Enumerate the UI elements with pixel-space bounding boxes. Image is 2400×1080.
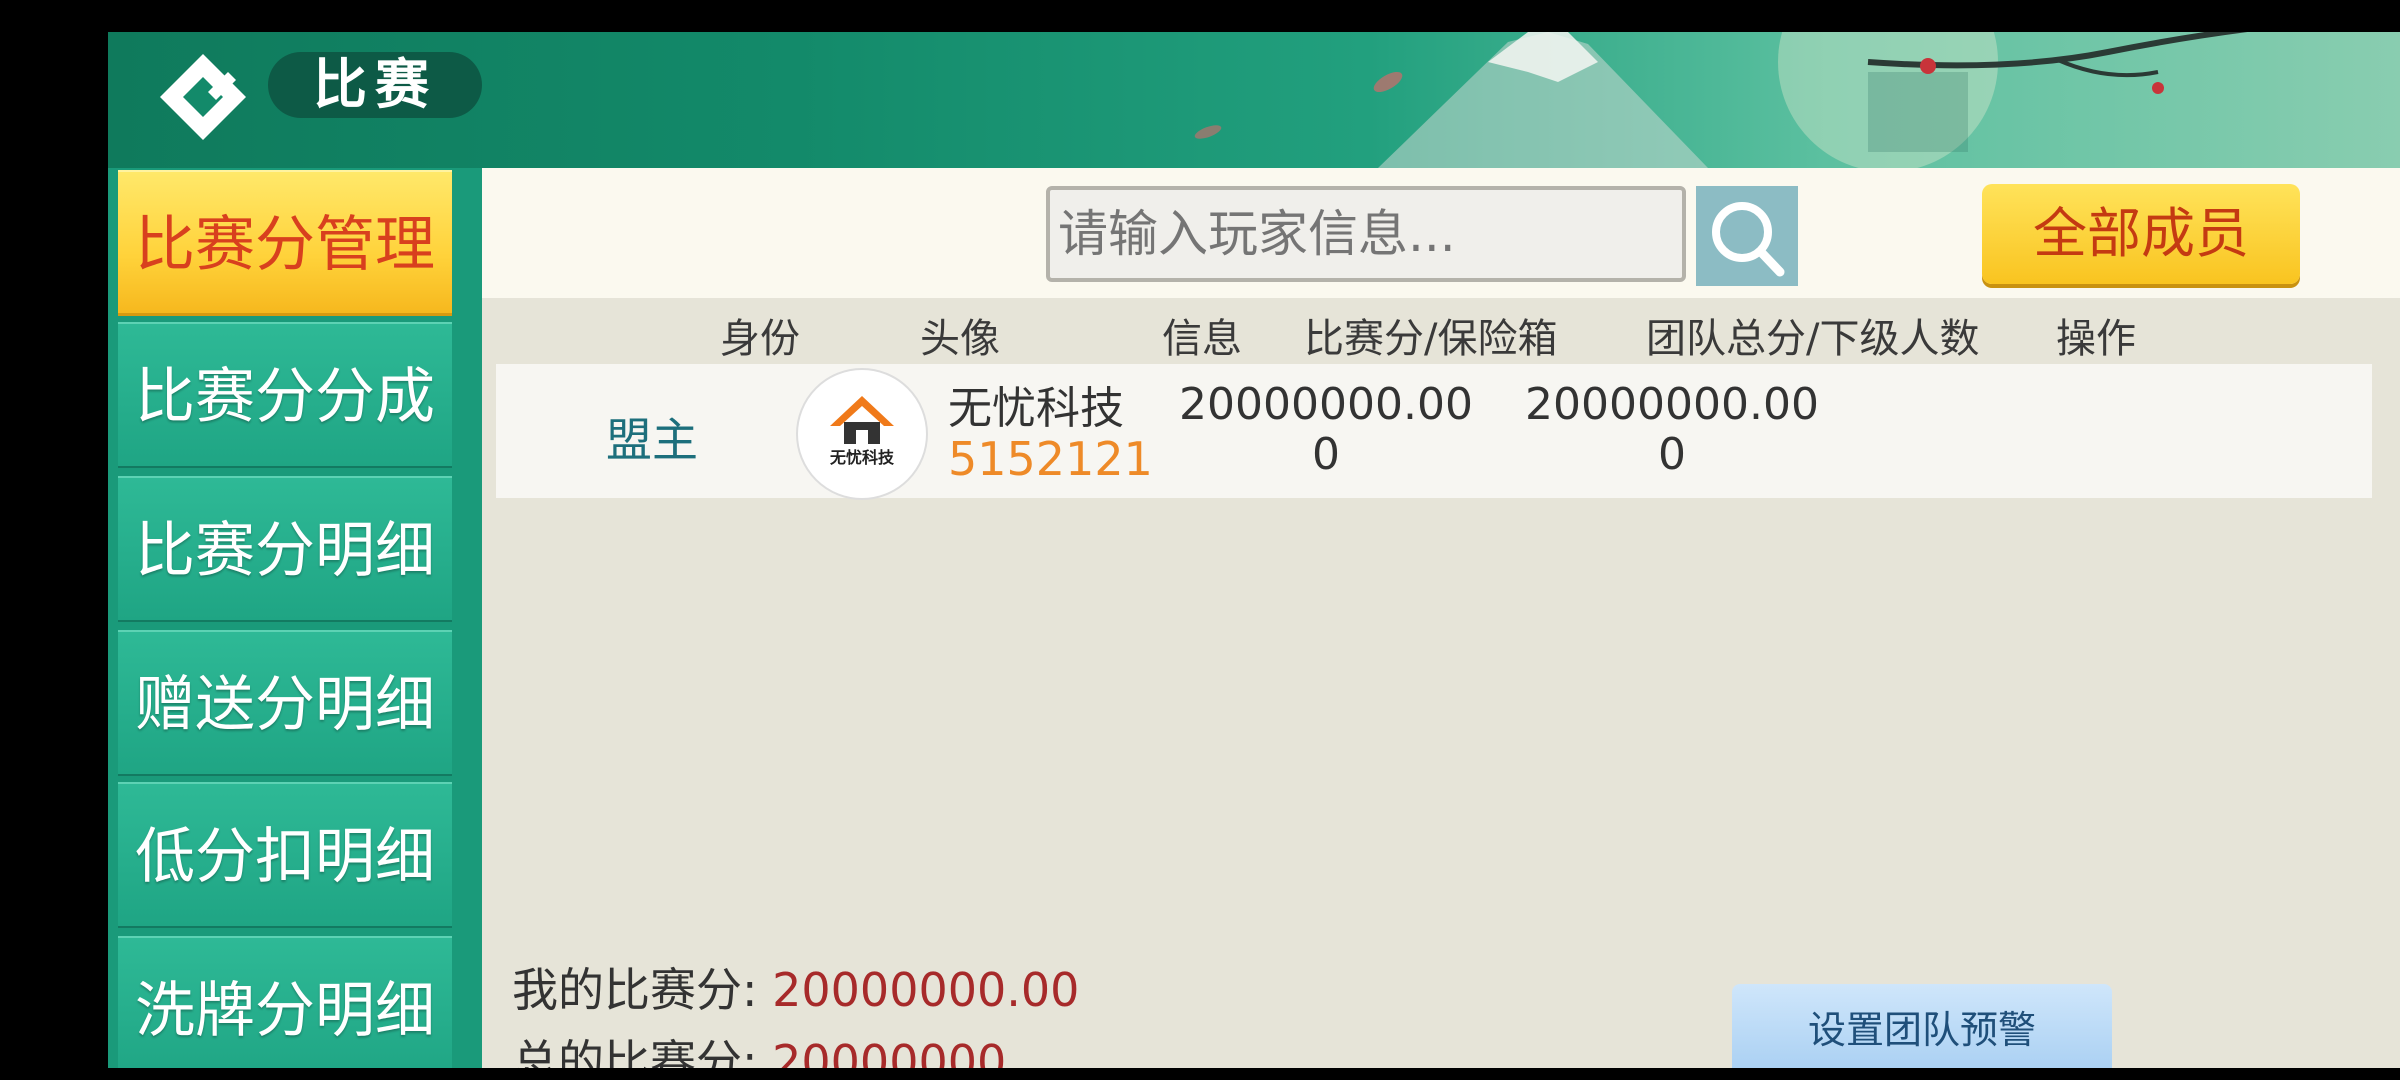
search-icon [1712, 202, 1785, 277]
sidebar: 比赛分管理 比赛分分成 比赛分明细 赠送分明细 低分扣明细 洗牌分明细 [108, 168, 482, 1068]
sidebar-item-score-detail[interactable]: 比赛分明细 [118, 476, 452, 622]
main-panel: 全部成员 身份 头像 信息 比赛分/保险箱 团队总分/下级人数 操作 盟主 无忧… [482, 168, 2400, 1068]
avatar: 无忧科技 [796, 368, 928, 500]
score-value: 20000000.00 [1179, 379, 1473, 430]
team-cell: 20000000.00 0 [1522, 380, 1822, 480]
back-arrow-icon[interactable] [148, 42, 258, 152]
sub-count-value: 0 [1658, 429, 1686, 480]
house-logo-icon [830, 396, 894, 444]
header-role: 身份 [720, 316, 800, 362]
safebox-value: 0 [1312, 429, 1340, 480]
avatar-logo-text: 无忧科技 [829, 448, 894, 467]
team-total-value: 20000000.00 [1525, 379, 1819, 430]
total-score: 总的比赛分: 20000000 [512, 1026, 1006, 1068]
header-bar: 比赛 [108, 32, 2400, 168]
sidebar-item-low-deduct-detail[interactable]: 低分扣明细 [118, 782, 452, 928]
page-title: 比赛 [268, 52, 482, 118]
header-info: 信息 [1162, 316, 1242, 362]
table-header: 身份 头像 信息 比赛分/保险箱 团队总分/下级人数 操作 [482, 298, 2400, 362]
team-warning-button[interactable]: 设置团队预警 [1732, 984, 2112, 1068]
my-score-value: 20000000.00 [772, 963, 1080, 1017]
role-label: 盟主 [606, 413, 698, 467]
search-button[interactable] [1696, 186, 1798, 286]
app-window: 比赛 比赛分管理 比赛分分成 比赛分明细 赠送分明细 低分扣明细 洗牌分明细 全… [108, 32, 2400, 1068]
search-bar: 全部成员 [482, 168, 2400, 298]
sidebar-item-gift-detail[interactable]: 赠送分明细 [118, 630, 452, 776]
header-actions: 操作 [2056, 316, 2136, 362]
player-id: 5152121 [948, 432, 1153, 486]
sidebar-item-shuffle-detail[interactable]: 洗牌分明细 [118, 936, 452, 1068]
total-score-label: 总的比赛分: [512, 1035, 773, 1068]
table-row[interactable]: 盟主 无忧科技 无忧科技 5152121 20000000.00 0 20000… [496, 364, 2372, 500]
sidebar-item-score-share[interactable]: 比赛分分成 [118, 322, 452, 468]
player-name: 无忧科技 [948, 383, 1124, 434]
header-avatar: 头像 [920, 316, 1000, 362]
all-members-button[interactable]: 全部成员 [1982, 184, 2300, 284]
search-input[interactable] [1046, 186, 1686, 282]
my-score: 我的比赛分: 20000000.00 [512, 954, 1079, 1020]
sidebar-item-score-management[interactable]: 比赛分管理 [118, 170, 452, 316]
header-score-safebox: 比赛分/保险箱 [1304, 316, 1558, 362]
total-score-value: 20000000 [772, 1035, 1007, 1068]
my-score-label: 我的比赛分: [512, 963, 773, 1017]
score-cell: 20000000.00 0 [1176, 380, 1476, 480]
header-team-total: 团队总分/下级人数 [1646, 316, 1980, 362]
